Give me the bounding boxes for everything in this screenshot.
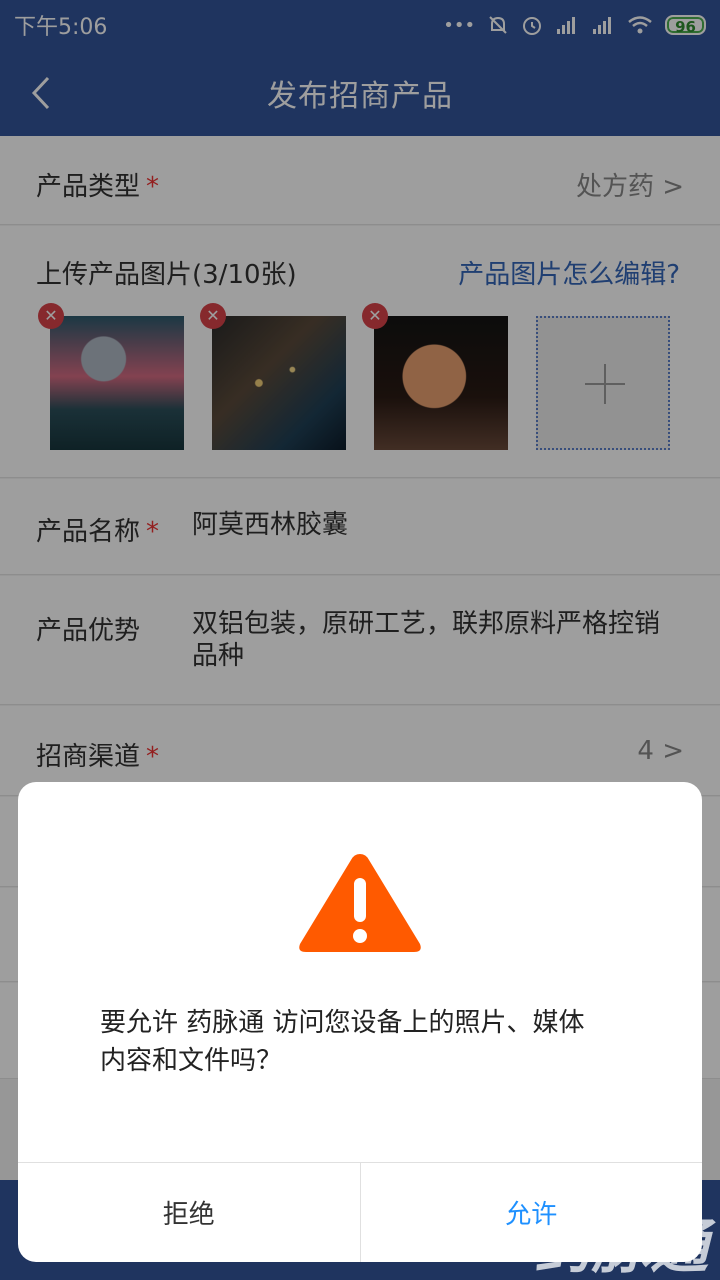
permission-message: 要允许 药脉通 访问您设备上的照片、媒体 内容和文件吗？ bbox=[100, 1008, 585, 1076]
permission-dialog: 要允许 药脉通 访问您设备上的照片、媒体 内容和文件吗？ 拒绝 允许 bbox=[18, 782, 702, 1262]
deny-button[interactable]: 拒绝 bbox=[18, 1163, 361, 1262]
dialog-buttons: 拒绝 允许 bbox=[18, 1162, 702, 1262]
allow-button[interactable]: 允许 bbox=[361, 1163, 703, 1262]
warning-icon bbox=[299, 854, 421, 952]
